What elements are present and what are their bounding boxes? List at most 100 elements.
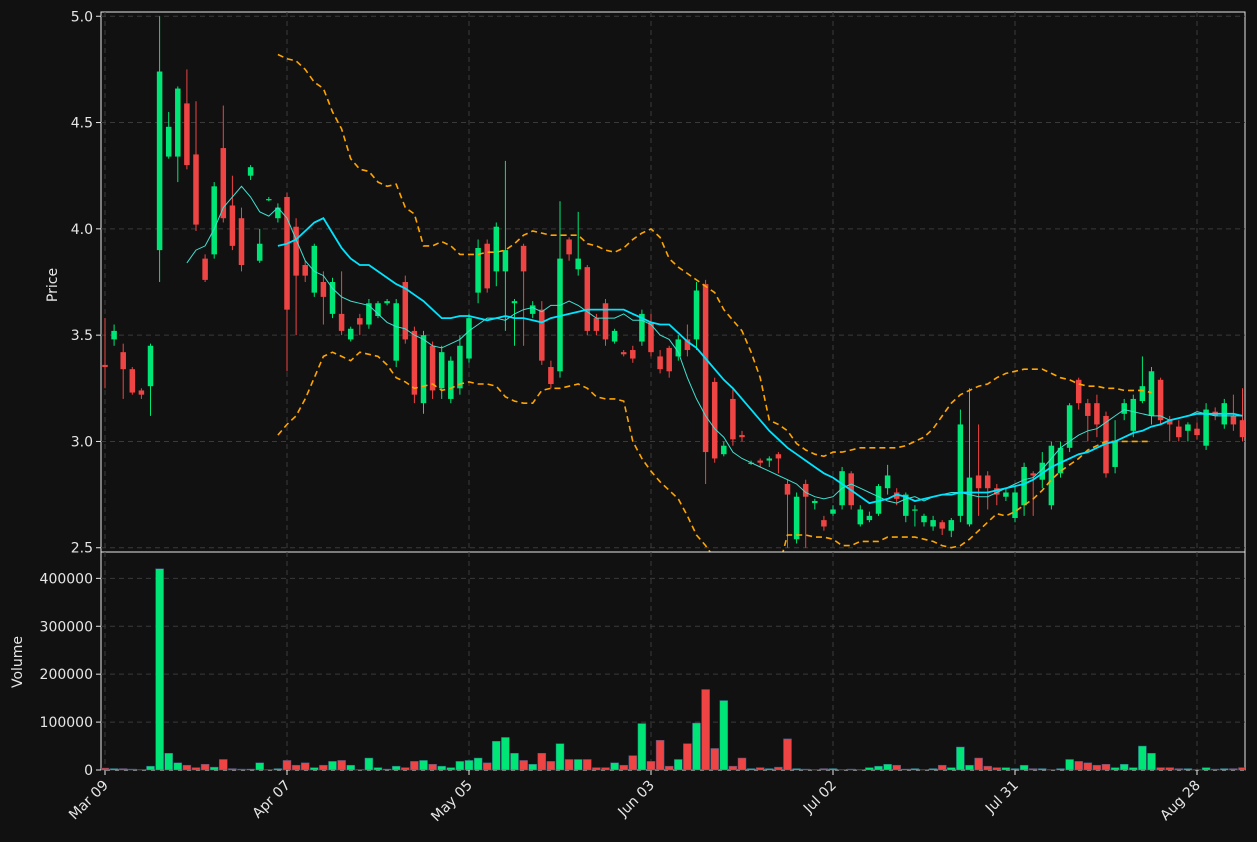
volume-bar (1074, 761, 1083, 770)
volume-bar (1201, 767, 1211, 770)
candle-body (229, 205, 236, 246)
candle-body (247, 167, 254, 176)
volume-bar (1147, 752, 1156, 770)
candle-body (211, 186, 217, 255)
candle-body (411, 330, 418, 395)
volume-bar (346, 764, 355, 770)
candle-body (320, 282, 327, 297)
candle-body (857, 509, 864, 525)
volume-bar (728, 765, 738, 770)
candle-body (1139, 386, 1146, 402)
volume-bar (364, 757, 374, 770)
volume-axis-label: Volume (10, 636, 26, 688)
candle-body (793, 496, 800, 540)
volume-bar (155, 568, 164, 770)
volume-bar (1065, 759, 1074, 770)
volume-bar (856, 769, 865, 770)
price-plot-frame (100, 11, 1246, 553)
candle-body (302, 264, 308, 276)
volume-bar (419, 760, 428, 770)
volume-bar (601, 767, 610, 770)
volume-bar (1119, 764, 1129, 770)
volume-bar (382, 768, 392, 770)
candle-body (675, 339, 682, 357)
candle-body (457, 345, 463, 389)
candle-body (147, 345, 154, 387)
volume-bar (1129, 767, 1138, 770)
volume-bar (137, 769, 146, 770)
volume-bar (1138, 745, 1147, 770)
volume-bar (501, 737, 510, 770)
candle-body (393, 303, 399, 361)
candle-body (175, 88, 181, 157)
volume-bar (774, 766, 783, 770)
volume-bar (956, 746, 965, 770)
volume-bar (246, 768, 255, 770)
volume-bar (1047, 769, 1056, 770)
candle-body (520, 245, 527, 272)
volume-bar (1038, 768, 1047, 770)
price-tick-label: 4.0 (71, 222, 93, 238)
candle-body (529, 305, 536, 314)
volume-bar (1210, 768, 1220, 770)
candle-body (730, 398, 736, 440)
volume-bar (792, 768, 801, 770)
volume-bar (865, 767, 874, 770)
candle-body (630, 350, 636, 359)
volume-bar (683, 743, 692, 770)
volume-bar (219, 759, 228, 770)
volume-bar (937, 764, 947, 770)
candle-body (1194, 428, 1200, 436)
volume-bar (1028, 768, 1038, 770)
candlestick-chart: 2.5 3.0 3.5 4.0 4.5 5.0 Price 0 100000 200000 30… (0, 0, 1257, 842)
candle-body (120, 352, 126, 370)
volume-bar (464, 760, 474, 770)
volume-bar (1092, 764, 1102, 770)
candle-body (866, 515, 873, 521)
volume-bar (1174, 768, 1184, 770)
volume-tick-label: 400000 (40, 571, 93, 587)
candle-body (1021, 466, 1027, 506)
volume-bar (182, 764, 192, 770)
candle-body (657, 356, 663, 370)
candle-body (602, 303, 609, 340)
candle-body (1176, 426, 1182, 438)
candle-body (611, 330, 618, 342)
price-tick-label: 2.5 (71, 541, 93, 557)
candle-body (102, 364, 108, 368)
price-tick-label: 3.5 (71, 328, 93, 344)
volume-bar (446, 767, 456, 770)
candle-body (1094, 403, 1100, 425)
volume-bar (573, 759, 583, 770)
candle-body (812, 500, 818, 504)
volume-bar (910, 768, 920, 770)
volume-bar (828, 768, 838, 770)
volume-bar (801, 768, 810, 770)
candle-body (1085, 403, 1091, 416)
volume-tick-label: 0 (84, 763, 93, 779)
volume-bar (992, 767, 1002, 770)
volume-bar (928, 768, 938, 770)
candle-body (1130, 398, 1137, 431)
volume-plot-frame (100, 551, 1246, 771)
candle-body (256, 243, 263, 261)
volume-bar (273, 768, 283, 770)
volume-bar (619, 764, 628, 770)
volume-bar (701, 689, 710, 770)
volume-bar (328, 761, 337, 770)
candle-body (566, 239, 572, 255)
volume-bar (874, 765, 883, 770)
candle-body (202, 258, 208, 280)
volume-bar (628, 755, 638, 770)
candle-body (830, 509, 836, 514)
volume-bar (191, 767, 201, 770)
candle-body (466, 318, 472, 359)
volume-bar (892, 764, 901, 770)
candle-body (975, 475, 982, 489)
volume-bar (737, 757, 747, 770)
volume-bar (655, 740, 665, 770)
volume-bar (974, 757, 983, 770)
volume-bar (109, 768, 119, 770)
candle-body (948, 520, 955, 531)
candle-body (575, 258, 581, 270)
